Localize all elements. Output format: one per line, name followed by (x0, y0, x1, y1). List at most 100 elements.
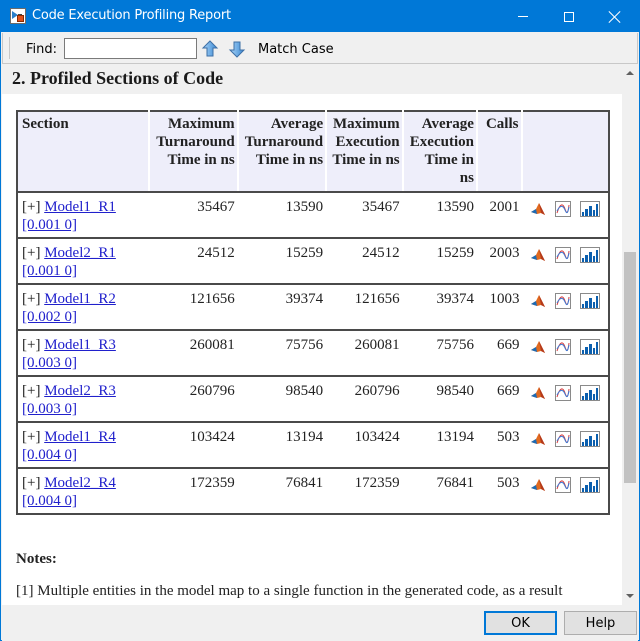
max-turnaround-cell: 172359 (149, 467, 238, 514)
time-series-plot-icon[interactable] (555, 338, 572, 355)
histogram-icon[interactable] (579, 384, 600, 401)
avg-execution-cell: 13590 (402, 191, 477, 238)
sample-rate-link[interactable]: [0.004 0] (22, 447, 77, 463)
maximize-button[interactable] (546, 1, 592, 32)
expand-toggle[interactable]: [+] (22, 475, 40, 491)
max-execution-cell: 24512 (326, 237, 403, 284)
header-avg-turnaround: Average Turnaround Time in ns (236, 111, 327, 193)
sample-rate-link[interactable]: [0.004 0] (22, 493, 77, 509)
calls-cell: 1003 (476, 283, 523, 330)
arrow-down-icon (228, 41, 246, 58)
table-header-row: Section Maximum Turnaround Time in ns Aver… (17, 111, 609, 193)
toolbar-grip[interactable] (9, 37, 10, 59)
time-series-plot-icon[interactable] (555, 200, 572, 217)
header-actions (521, 111, 609, 193)
matlab-icon[interactable] (530, 431, 546, 447)
find-toolbar: Find: Match Case (2, 33, 638, 64)
max-turnaround-cell: 260081 (149, 329, 238, 376)
scrollbar-thumb[interactable] (624, 252, 636, 483)
matlab-icon[interactable] (530, 339, 546, 355)
match-case-toggle[interactable]: Match Case (258, 42, 334, 57)
sample-rate-link[interactable]: [0.002 0] (22, 309, 77, 325)
calls-cell: 669 (476, 329, 523, 376)
section-cell: [+] Model1_R1 [0.001 0] (17, 191, 150, 238)
avg-turnaround-cell: 76841 (237, 467, 327, 514)
section-link[interactable]: Model1_R3 (44, 337, 116, 353)
calls-cell: 503 (476, 421, 523, 468)
ok-button[interactable]: OK (484, 611, 557, 635)
section-link[interactable]: Model2_R1 (44, 245, 116, 261)
section-cell: [+] Model1_R3 [0.003 0] (17, 329, 150, 376)
sample-rate-link[interactable]: [0.001 0] (22, 263, 77, 279)
window-title: Code Execution Profiling Report (32, 8, 231, 23)
matlab-icon[interactable] (530, 477, 546, 493)
section-cell: [+] Model1_R2 [0.002 0] (17, 283, 150, 330)
avg-turnaround-cell: 98540 (237, 375, 327, 422)
avg-turnaround-cell: 15259 (237, 237, 327, 284)
max-execution-cell: 172359 (326, 467, 403, 514)
max-execution-cell: 103424 (326, 421, 403, 468)
vertical-scrollbar[interactable] (622, 64, 638, 605)
scroll-up-icon[interactable] (626, 71, 634, 75)
expand-toggle[interactable]: [+] (22, 245, 40, 261)
actions-cell (522, 467, 609, 514)
maximize-icon (564, 11, 574, 22)
expand-toggle[interactable]: [+] (22, 337, 40, 353)
matlab-icon[interactable] (530, 247, 546, 263)
find-input[interactable] (64, 38, 197, 59)
histogram-icon[interactable] (579, 246, 600, 263)
actions-cell (522, 237, 609, 284)
matlab-icon[interactable] (530, 201, 546, 217)
header-calls: Calls (475, 111, 523, 193)
title-bar[interactable]: Code Execution Profiling Report (1, 1, 639, 32)
matlab-icon[interactable] (530, 385, 546, 401)
avg-execution-cell: 13194 (402, 421, 477, 468)
find-label: Find: (26, 42, 58, 57)
sample-rate-link[interactable]: [0.003 0] (22, 401, 77, 417)
section-link[interactable]: Model1_R2 (44, 291, 116, 307)
header-max-turnaround: Maximum Turnaround Time in ns (148, 111, 238, 193)
find-next-button[interactable] (228, 39, 246, 59)
section-link[interactable]: Model2_R3 (44, 383, 116, 399)
section-heading: 2. Profiled Sections of Code (12, 68, 224, 88)
section-link[interactable]: Model1_R1 (44, 199, 116, 215)
max-execution-cell: 260081 (326, 329, 403, 376)
expand-toggle[interactable]: [+] (22, 291, 40, 307)
histogram-icon[interactable] (579, 338, 600, 355)
sample-rate-link[interactable]: [0.003 0] (22, 355, 77, 371)
actions-cell (522, 329, 609, 376)
histogram-icon[interactable] (579, 292, 600, 309)
table-row: [+] Model1_R4 [0.004 0] 103424 13194 103… (17, 421, 609, 468)
histogram-icon[interactable] (579, 476, 600, 493)
actions-cell (522, 375, 609, 422)
time-series-plot-icon[interactable] (555, 430, 572, 447)
actions-cell (522, 421, 609, 468)
minimize-button[interactable] (500, 1, 546, 32)
time-series-plot-icon[interactable] (555, 246, 572, 263)
expand-toggle[interactable]: [+] (22, 199, 40, 215)
time-series-plot-icon[interactable] (555, 476, 572, 493)
profiled-sections-table: Section Maximum Turnaround Time in ns Aver… (16, 110, 610, 515)
close-icon (609, 11, 621, 23)
avg-execution-cell: 15259 (402, 237, 477, 284)
sample-rate-link[interactable]: [0.001 0] (22, 217, 77, 233)
histogram-icon[interactable] (579, 200, 600, 217)
calls-cell: 669 (476, 375, 523, 422)
section-link[interactable]: Model1_R4 (44, 429, 116, 445)
report-page: Section Maximum Turnaround Time in ns Aver… (2, 94, 622, 605)
find-previous-button[interactable] (201, 39, 219, 59)
expand-toggle[interactable]: [+] (22, 383, 40, 399)
expand-toggle[interactable]: [+] (22, 429, 40, 445)
calls-cell: 2001 (476, 191, 523, 238)
help-button[interactable]: Help (564, 611, 637, 635)
section-cell: [+] Model2_R4 [0.004 0] (17, 467, 150, 514)
time-series-plot-icon[interactable] (555, 292, 572, 309)
histogram-icon[interactable] (579, 430, 600, 447)
scroll-down-icon[interactable] (626, 594, 634, 598)
close-button[interactable] (592, 1, 638, 32)
section-link[interactable]: Model2_R4 (44, 475, 116, 491)
actions-cell (522, 191, 609, 238)
calls-cell: 2003 (476, 237, 523, 284)
time-series-plot-icon[interactable] (555, 384, 572, 401)
matlab-icon[interactable] (530, 293, 546, 309)
